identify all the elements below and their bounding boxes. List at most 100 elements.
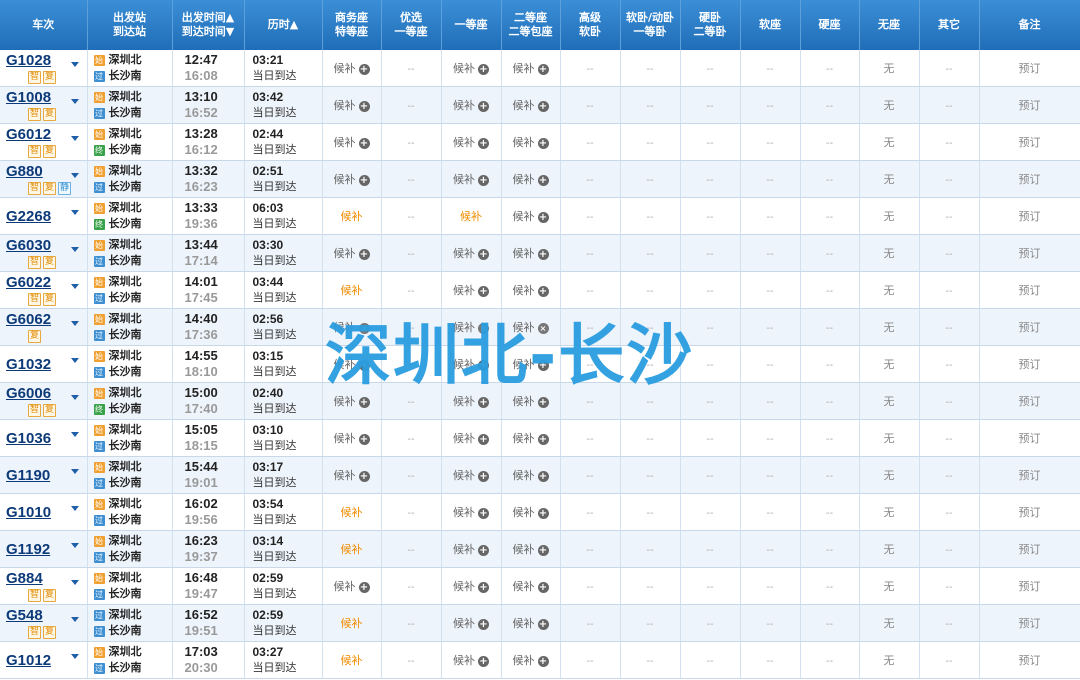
caret-down-icon[interactable] [70,99,79,104]
plus-circle-icon[interactable]: + [358,581,370,593]
plus-circle-icon[interactable]: + [537,655,549,667]
waitlist-label[interactable]: 候补 + [334,469,370,482]
plus-circle-icon[interactable]: + [478,507,489,519]
waitlist-label[interactable]: 候补 + [334,247,370,260]
plus-circle-icon[interactable]: + [537,544,549,556]
caret-down-icon[interactable] [70,580,79,585]
caret-down-icon[interactable] [70,284,79,289]
first-class-seat-cell[interactable]: 候补 + [441,271,502,309]
waitlist-label[interactable]: 候补 + [513,173,549,186]
waitlist-label[interactable]: 候补 + [513,432,549,445]
waitlist-label[interactable]: 候补 + [334,173,370,186]
remark-cell[interactable]: 预订 [979,160,1080,198]
second-class-seat-cell[interactable]: 候补 + [501,50,561,87]
waitlist-label[interactable]: 候补 + [513,580,549,593]
remark-cell[interactable]: 预订 [979,641,1080,679]
waitlist-label[interactable]: 候补 + [513,469,549,482]
first-class-seat-cell[interactable]: 候补 + [441,419,502,457]
first-class-seat-cell[interactable]: 候补 + [441,234,502,272]
plus-circle-icon[interactable]: + [478,100,489,112]
book-button[interactable]: 预订 [1019,543,1041,556]
remark-cell[interactable]: 预订 [979,567,1080,605]
train-number-cell[interactable]: G1012 [0,641,88,679]
business-seat-cell[interactable]: 候补 [322,641,382,679]
caret-down-icon[interactable] [70,543,79,548]
second-class-seat-cell[interactable]: 候补 + [501,234,561,272]
caret-down-icon[interactable] [70,210,79,215]
book-button[interactable]: 预订 [1019,321,1041,334]
waitlist-label[interactable]: 候补 + [513,543,549,556]
book-button[interactable]: 预订 [1019,580,1041,593]
waitlist-label[interactable]: 候补 + [453,99,489,112]
train-number-cell[interactable]: G6012 智复 [0,123,88,161]
train-number-cell[interactable]: G6062 复 [0,308,88,346]
plus-circle-icon[interactable]: + [537,100,549,112]
waitlist-label[interactable]: 候补 + [513,136,549,149]
book-button[interactable]: 预订 [1019,136,1041,149]
plus-circle-icon[interactable]: + [537,433,549,445]
waitlist-label[interactable]: 候补 [341,654,363,667]
plus-circle-icon[interactable]: + [537,507,549,519]
caret-down-icon[interactable] [70,469,79,474]
column-header-2[interactable]: 出发时间▲ 到达时间▼ [172,0,245,50]
waitlist-label[interactable]: 候补 + [453,617,489,630]
caret-down-icon[interactable] [70,358,79,363]
waitlist-label[interactable]: 候补 + [453,136,489,149]
second-class-seat-cell[interactable]: 候补 + [501,197,561,235]
waitlist-label[interactable]: 候补 + [513,247,549,260]
train-number-cell[interactable]: G2268 [0,197,88,235]
plus-circle-icon[interactable]: + [358,100,370,112]
business-seat-cell[interactable]: 候补 + [322,86,382,124]
book-button[interactable]: 预订 [1019,395,1041,408]
remark-cell[interactable]: 预订 [979,197,1080,235]
waitlist-label[interactable]: 候补 + [334,395,370,408]
caret-down-icon[interactable] [70,506,79,511]
caret-down-icon[interactable] [70,654,79,659]
plus-circle-icon[interactable]: + [358,248,370,260]
first-class-seat-cell[interactable]: 候补 + [441,567,502,605]
plus-circle-icon[interactable]: + [478,433,489,445]
train-number-cell[interactable]: G6022 智复 [0,271,88,309]
plus-circle-icon[interactable]: + [537,174,549,186]
first-class-seat-cell[interactable]: 候补 + [441,641,502,679]
plus-circle-icon[interactable]: + [537,137,549,149]
waitlist-label[interactable]: 候补 + [513,284,549,297]
waitlist-label[interactable]: 候补 + [513,617,549,630]
remark-cell[interactable]: 预订 [979,86,1080,124]
waitlist-label[interactable]: 候补 + [453,432,489,445]
plus-circle-icon[interactable]: + [478,396,489,408]
plus-circle-icon[interactable]: + [478,285,489,297]
remark-cell[interactable]: 预订 [979,530,1080,568]
plus-circle-icon[interactable]: + [478,248,489,260]
remark-cell[interactable]: 预订 [979,308,1080,346]
plus-circle-icon[interactable]: + [537,618,549,630]
book-button[interactable]: 预订 [1019,358,1041,371]
waitlist-label[interactable]: 候补 [341,506,363,519]
caret-down-icon[interactable] [70,173,79,178]
book-button[interactable]: 预订 [1019,506,1041,519]
waitlist-label[interactable]: 候补 + [453,506,489,519]
waitlist-label[interactable]: 候补 + [453,469,489,482]
waitlist-label[interactable]: 候补 + [334,580,370,593]
plus-circle-icon[interactable]: + [478,581,489,593]
plus-circle-icon[interactable]: + [478,618,489,630]
business-seat-cell[interactable]: 候补 + [322,160,382,198]
business-seat-cell[interactable]: 候补 [322,530,382,568]
remark-cell[interactable]: 预订 [979,271,1080,309]
caret-down-icon[interactable] [70,395,79,400]
book-button[interactable]: 预订 [1019,654,1041,667]
waitlist-label[interactable]: 候补 + [513,506,549,519]
plus-circle-icon[interactable]: + [478,544,489,556]
waitlist-label[interactable]: 候补 + [513,395,549,408]
book-button[interactable]: 预订 [1019,210,1041,223]
train-number-cell[interactable]: G1010 [0,493,88,531]
column-header-3[interactable]: 历时▲ [244,0,323,50]
caret-down-icon[interactable] [70,321,79,326]
waitlist-label[interactable]: 候补 [341,617,363,630]
business-seat-cell[interactable]: 候补 [322,271,382,309]
train-number-cell[interactable]: G1190 [0,456,88,494]
first-class-seat-cell[interactable]: 候补 + [441,493,502,531]
second-class-seat-cell[interactable]: 候补 + [501,530,561,568]
train-number-cell[interactable]: G880 智复静 [0,160,88,198]
first-class-seat-cell[interactable]: 候补 + [441,160,502,198]
